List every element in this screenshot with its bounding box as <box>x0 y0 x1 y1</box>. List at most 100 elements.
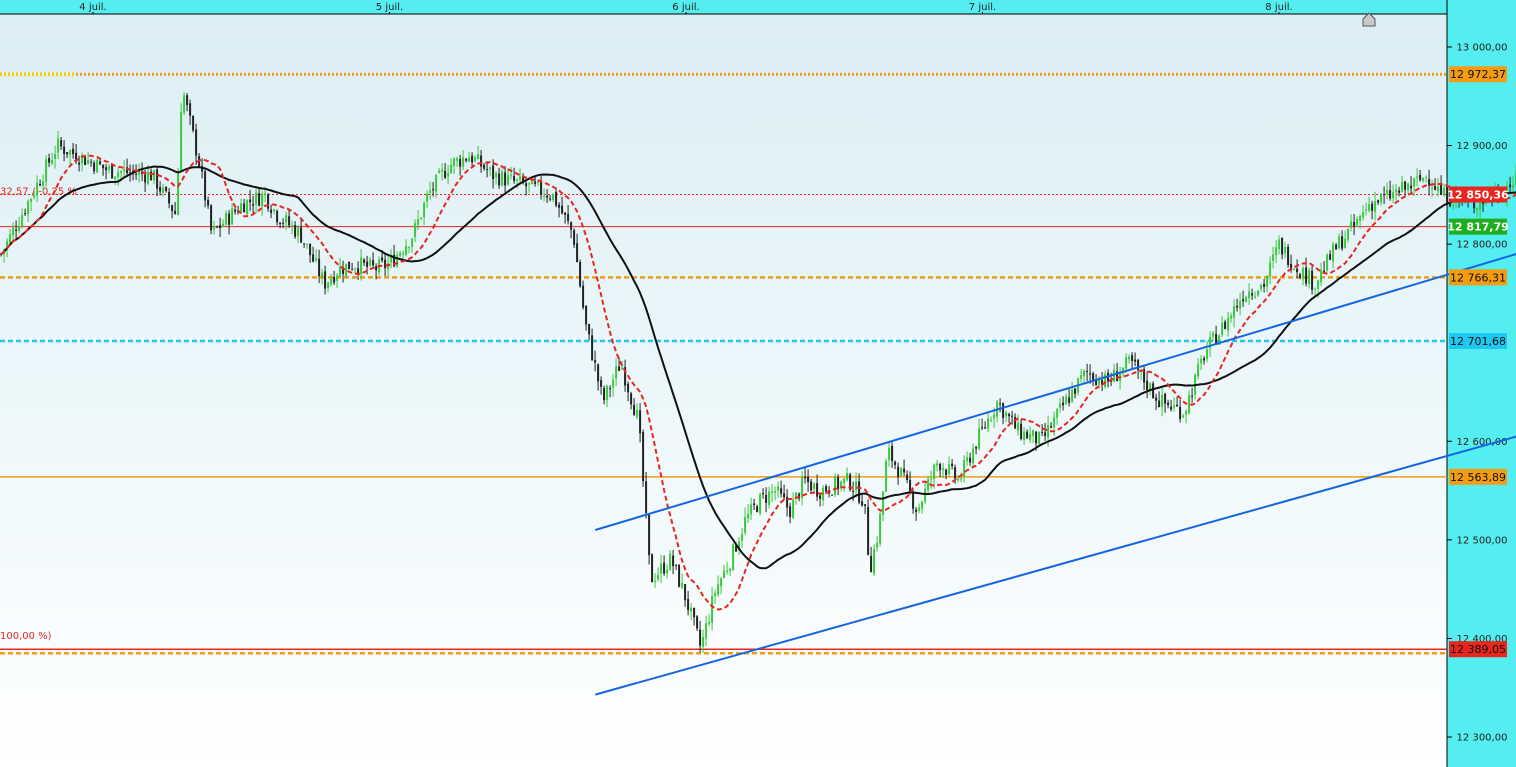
candle-body <box>1053 417 1056 428</box>
candle-body <box>1191 395 1194 397</box>
candle-body <box>1287 246 1290 266</box>
candle-body <box>639 410 642 434</box>
price-tag: 12 389,05 <box>1449 641 1507 658</box>
candle-body <box>618 366 621 371</box>
candle-body <box>807 476 810 483</box>
candle-body <box>1338 236 1341 249</box>
candle-body <box>1002 403 1005 418</box>
candle-body <box>483 164 486 169</box>
candle-body <box>297 227 300 236</box>
candle-body <box>627 383 630 393</box>
candle-body <box>549 198 552 200</box>
candle-body <box>987 418 990 429</box>
candle-body <box>1032 430 1035 436</box>
candle-body <box>1170 406 1173 410</box>
candle-body <box>1017 422 1020 431</box>
candle-body <box>546 195 549 198</box>
top-axis-background <box>0 0 1447 14</box>
candle-body <box>1050 426 1053 428</box>
candle-body <box>90 161 93 163</box>
candle-body <box>906 474 909 481</box>
x-tick-label: 8 juil. <box>1265 2 1292 13</box>
candle-body <box>1278 239 1281 249</box>
candle-body <box>708 621 711 624</box>
candle-body <box>1242 299 1245 302</box>
candle-body <box>810 481 813 491</box>
candle-body <box>408 247 411 249</box>
candle-body <box>222 223 225 227</box>
candle-body <box>192 115 195 131</box>
candle-body <box>1062 402 1065 406</box>
candle-body <box>585 305 588 325</box>
price-tag-label: 12 389,05 <box>1450 643 1506 656</box>
candle-body <box>1344 238 1347 249</box>
candle-body <box>1449 203 1452 207</box>
candle-body <box>894 461 897 465</box>
candle-body <box>951 463 954 466</box>
candle-body <box>1164 393 1167 404</box>
candle-body <box>591 335 594 360</box>
candle-body <box>204 171 207 201</box>
candle-body <box>564 212 567 215</box>
candle-body <box>1167 402 1170 405</box>
candle-body <box>234 209 237 212</box>
candle-body <box>972 448 975 464</box>
candle-body <box>1236 305 1239 308</box>
candle-body <box>273 209 276 212</box>
candle-body <box>1350 221 1353 228</box>
candle-body <box>921 501 924 509</box>
candle-body <box>885 460 888 492</box>
candle-body <box>1452 205 1455 207</box>
candle-body <box>240 203 243 212</box>
candle-body <box>930 478 933 480</box>
candle-body <box>825 486 828 492</box>
candle-body <box>1347 228 1350 240</box>
candle-body <box>432 189 435 191</box>
candle-body <box>285 215 288 223</box>
candle-body <box>1266 276 1269 287</box>
candle-body <box>573 230 576 245</box>
candle-body <box>513 175 516 181</box>
candle-body <box>687 598 690 610</box>
candle-body <box>645 481 648 513</box>
candle-body <box>51 160 54 164</box>
candle-body <box>876 542 879 548</box>
candle-body <box>504 172 507 186</box>
candle-body <box>1206 349 1209 359</box>
candle-body <box>174 210 177 214</box>
candle-body <box>1476 207 1479 211</box>
candle-body <box>759 493 762 514</box>
candle-body <box>978 428 981 449</box>
candle-body <box>537 182 540 184</box>
candle-body <box>1509 184 1512 188</box>
candle-body <box>468 157 471 162</box>
candle-body <box>1041 431 1044 433</box>
candle-body <box>267 194 270 209</box>
candle-body <box>159 187 162 192</box>
candle-body <box>453 158 456 167</box>
candle-body <box>519 176 522 180</box>
candle-body <box>66 152 69 155</box>
candle-body <box>372 260 375 266</box>
candle-body <box>888 447 891 461</box>
candle-body <box>606 386 609 400</box>
price-tag: 12 563,89 <box>1449 468 1507 485</box>
candle-body <box>405 246 408 255</box>
candle-body <box>123 169 126 172</box>
candle-body <box>171 205 174 212</box>
candle-body <box>540 181 543 195</box>
candle-body <box>48 157 51 163</box>
candle-body <box>231 208 234 225</box>
candle-body <box>1233 305 1236 318</box>
candle-body <box>24 213 27 215</box>
candle-body <box>63 146 66 154</box>
candle-body <box>1011 415 1014 417</box>
candle-body <box>1134 359 1137 362</box>
candle-body <box>306 243 309 245</box>
candle-body <box>1158 400 1161 408</box>
candle-body <box>897 466 900 478</box>
candle-body <box>609 387 612 389</box>
price-tag: 12 972,37 <box>1449 66 1507 83</box>
candle-body <box>1071 389 1074 402</box>
candle-body <box>18 226 21 232</box>
